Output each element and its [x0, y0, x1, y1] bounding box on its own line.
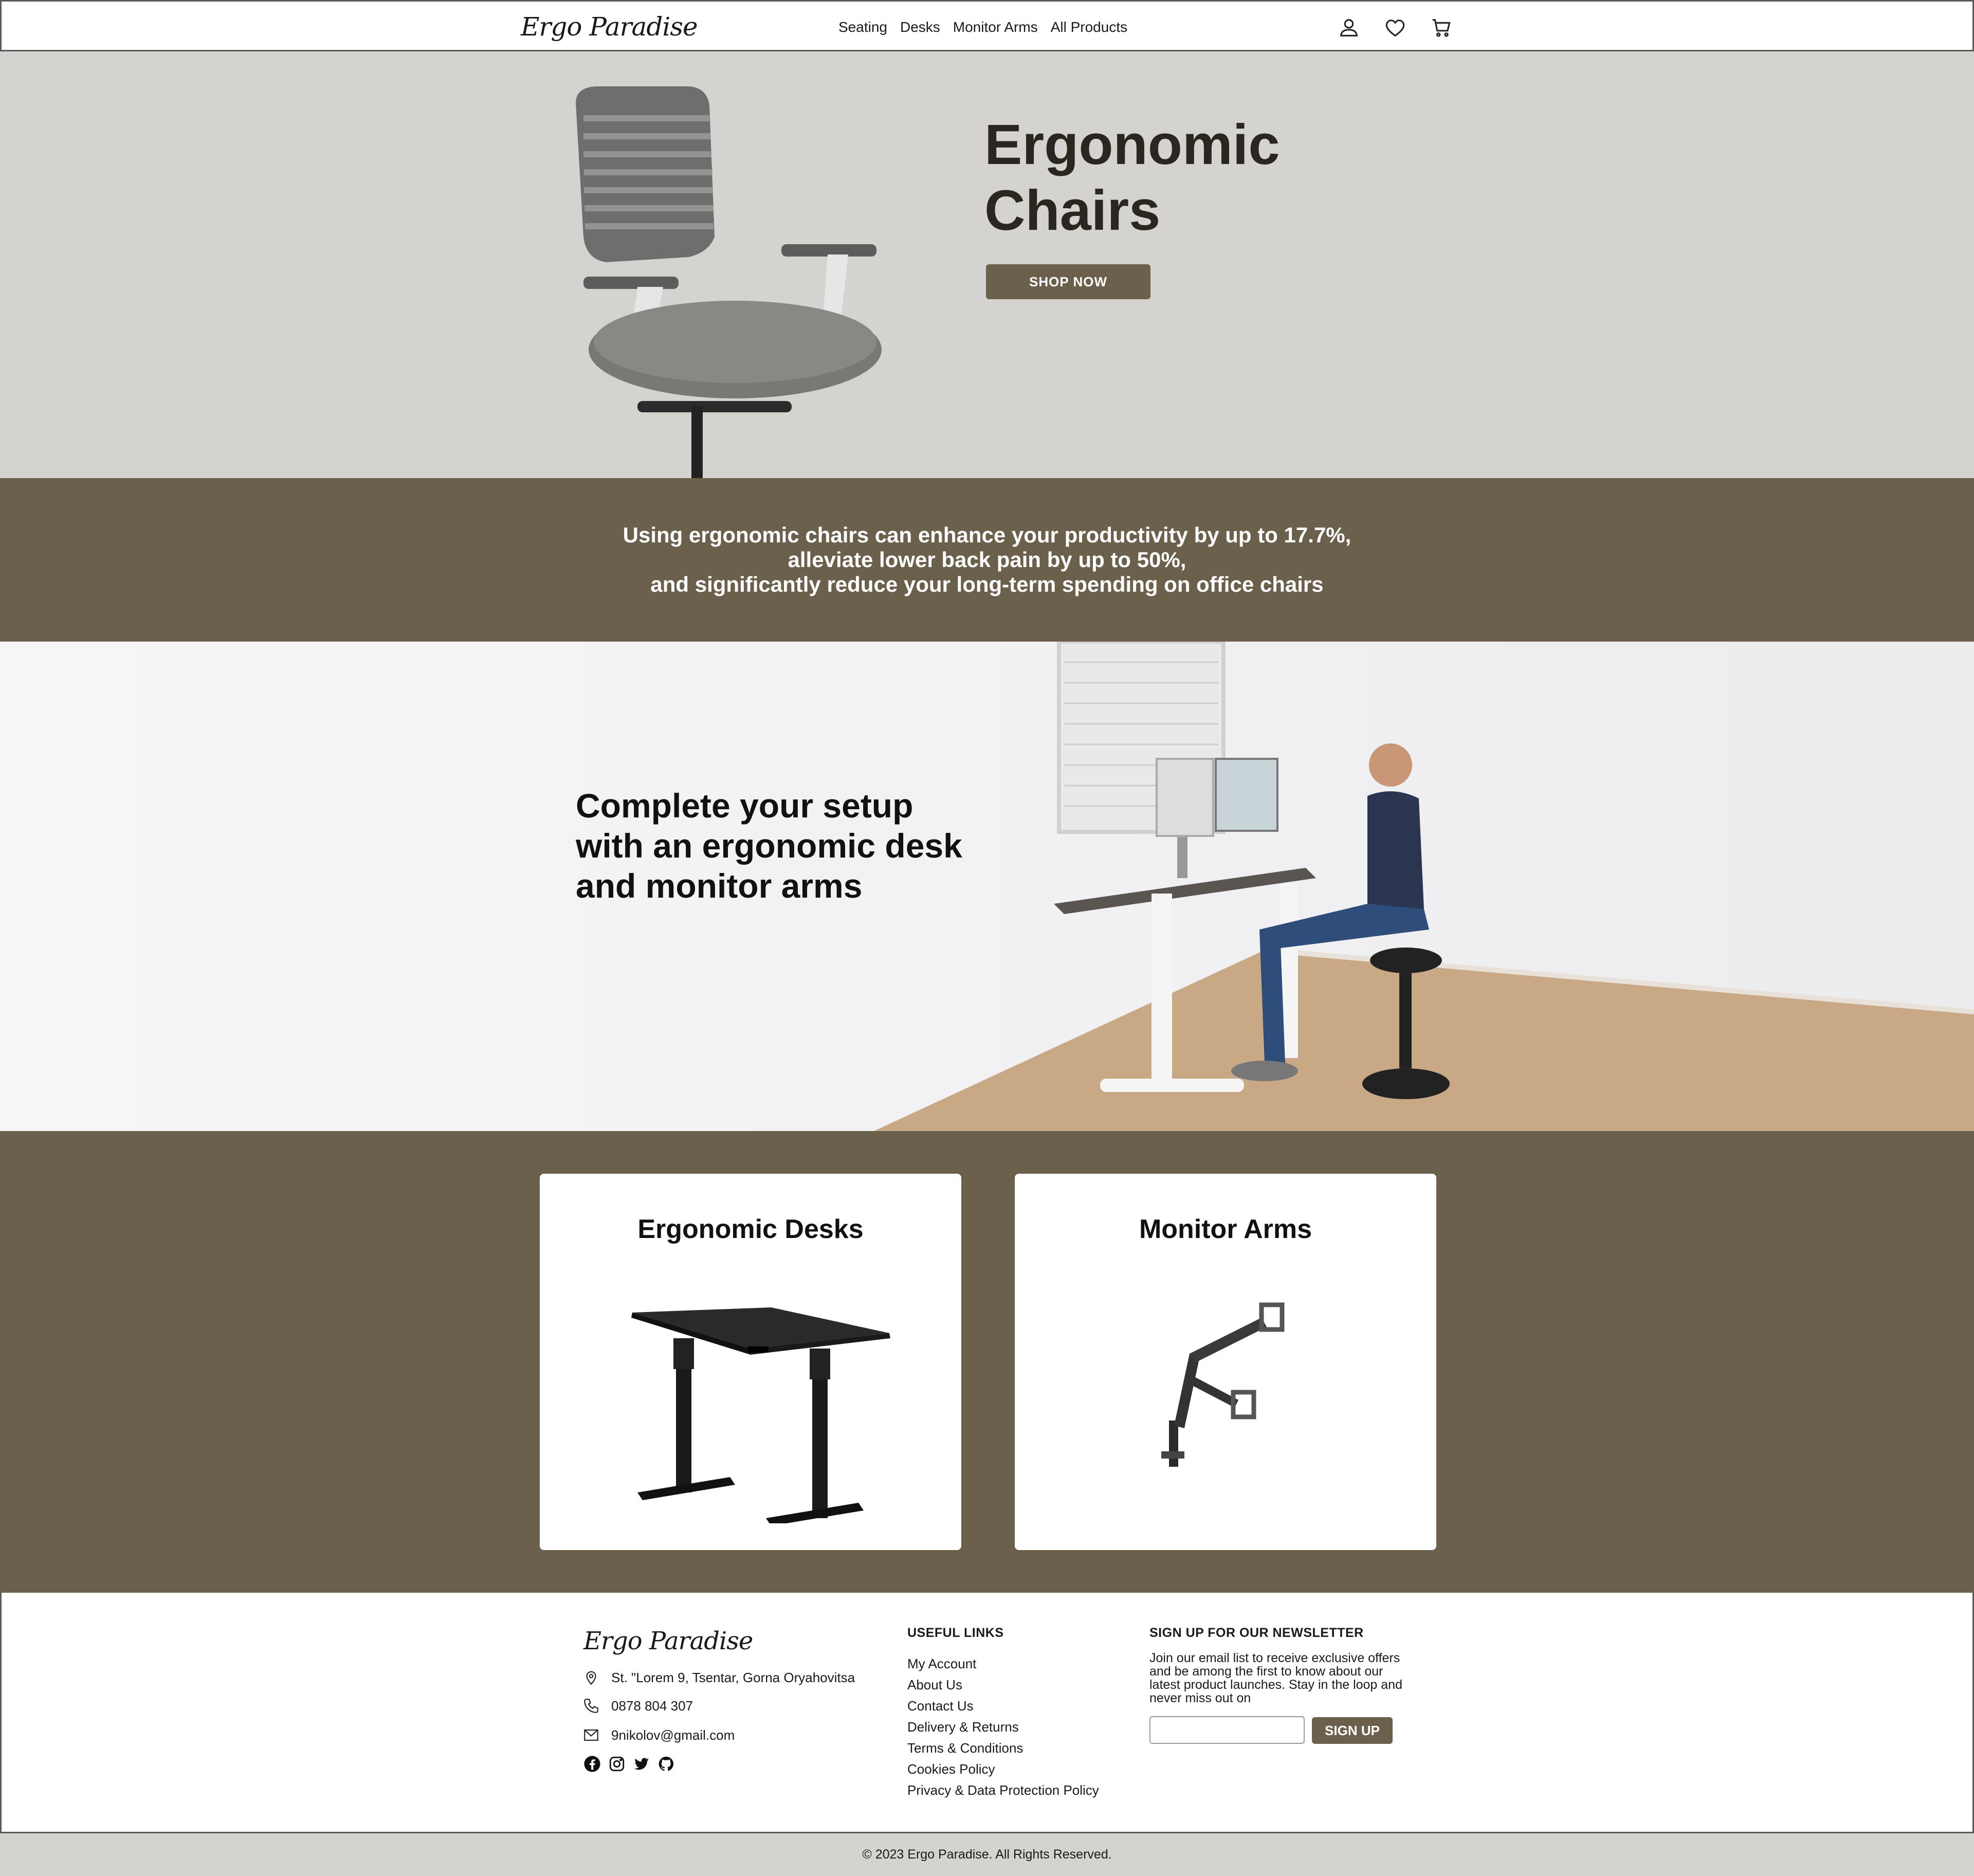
address-text: St. "Lorem 9, Tsentar, Gorna Oryahovitsa	[611, 1669, 855, 1685]
hero-title-line1: Ergonomic	[984, 113, 1280, 176]
category-card-monitor-arms[interactable]: Monitor Arms	[1015, 1174, 1436, 1550]
envelope-icon	[584, 1729, 598, 1741]
brand-logo[interactable]: Ergo Paradise	[521, 12, 698, 42]
shop-now-button[interactable]: SHOP NOW	[986, 264, 1150, 299]
workspace-photo	[874, 642, 1974, 1131]
contact-phone: 0878 804 307	[582, 1697, 693, 1715]
site-footer: Ergo Paradise St. "Lorem 9, Tsentar, Gor…	[0, 1593, 1974, 1833]
copyright-text: © 2023 Ergo Paradise. All Rights Reserve…	[862, 1847, 1112, 1862]
nav-icon-group	[1337, 16, 1453, 40]
office-chair-image	[576, 86, 882, 478]
cart-icon[interactable]	[1430, 16, 1453, 40]
nav-link-desks[interactable]: Desks	[900, 19, 940, 35]
standing-desk-image	[631, 1307, 890, 1523]
setup-title-line2: with an ergonomic desk	[576, 827, 962, 865]
heart-icon[interactable]	[1383, 16, 1407, 40]
hero-title: Ergonomic Chairs	[984, 112, 1280, 244]
map-pin-icon	[586, 1671, 596, 1685]
newsletter-description: Join our email list to receive exclusive…	[1149, 1651, 1402, 1705]
useful-links-list: My Account About Us Contact Us Delivery …	[907, 1656, 1099, 1797]
stats-line-2: alleviate lower back pain by up to 50%,	[788, 548, 1186, 572]
hero-section: Ergonomic Chairs SHOP NOW	[0, 51, 1974, 478]
social-links	[583, 1755, 675, 1773]
footer-link-privacy[interactable]: Privacy & Data Protection Policy	[907, 1783, 1099, 1797]
instagram-icon[interactable]	[608, 1755, 626, 1773]
category-card-desks[interactable]: Ergonomic Desks	[540, 1174, 961, 1550]
newsletter-signup-button[interactable]: SIGN UP	[1312, 1717, 1393, 1744]
setup-title-line1: Complete your setup	[576, 787, 913, 825]
twitter-icon[interactable]	[633, 1755, 650, 1773]
stats-banner: Using ergonomic chairs can enhance your …	[0, 478, 1974, 642]
footer-link-cookies[interactable]: Cookies Policy	[907, 1762, 1099, 1776]
github-icon[interactable]	[657, 1755, 675, 1773]
useful-links-heading: USEFUL LINKS	[907, 1626, 1004, 1640]
top-navbar: Ergo Paradise Seating Desks Monitor Arms…	[0, 0, 1974, 51]
main-nav: Seating Desks Monitor Arms All Products	[838, 19, 1127, 35]
facebook-icon[interactable]	[583, 1755, 601, 1773]
newsletter-heading: SIGN UP FOR OUR NEWSLETTER	[1149, 1626, 1364, 1640]
phone-icon	[584, 1699, 598, 1713]
footer-link-my-account[interactable]: My Account	[907, 1656, 1099, 1671]
contact-email: 9nikolov@gmail.com	[582, 1726, 735, 1744]
setup-title: Complete your setup with an ergonomic de…	[576, 786, 962, 906]
stats-line-1: Using ergonomic chairs can enhance your …	[623, 523, 1351, 547]
footer-link-delivery-returns[interactable]: Delivery & Returns	[907, 1720, 1099, 1734]
stats-line-3: and significantly reduce your long-term …	[650, 572, 1324, 596]
newsletter-email-input[interactable]	[1149, 1716, 1305, 1744]
footer-logo[interactable]: Ergo Paradise	[583, 1627, 753, 1655]
email-text[interactable]: 9nikolov@gmail.com	[611, 1727, 735, 1743]
footer-link-about-us[interactable]: About Us	[907, 1678, 1099, 1692]
category-title-desks: Ergonomic Desks	[637, 1214, 864, 1244]
setup-section: Complete your setup with an ergonomic de…	[0, 642, 1974, 1131]
category-title-monitor-arms: Monitor Arms	[1139, 1214, 1312, 1244]
phone-text[interactable]: 0878 804 307	[611, 1698, 693, 1714]
hero-title-line2: Chairs	[984, 179, 1161, 242]
category-section: Ergonomic Desks Monitor Arms	[0, 1131, 1974, 1593]
user-icon[interactable]	[1337, 16, 1361, 40]
monitor-arm-image	[1161, 1302, 1285, 1467]
copyright-bar: © 2023 Ergo Paradise. All Rights Reserve…	[0, 1833, 1974, 1876]
nav-link-monitor-arms[interactable]: Monitor Arms	[953, 19, 1038, 35]
nav-link-seating[interactable]: Seating	[838, 19, 887, 35]
footer-link-contact-us[interactable]: Contact Us	[907, 1699, 1099, 1713]
setup-title-line3: and monitor arms	[576, 867, 863, 905]
footer-link-terms[interactable]: Terms & Conditions	[907, 1741, 1099, 1755]
contact-address: St. "Lorem 9, Tsentar, Gorna Oryahovitsa	[582, 1669, 855, 1686]
nav-link-all-products[interactable]: All Products	[1051, 19, 1127, 35]
